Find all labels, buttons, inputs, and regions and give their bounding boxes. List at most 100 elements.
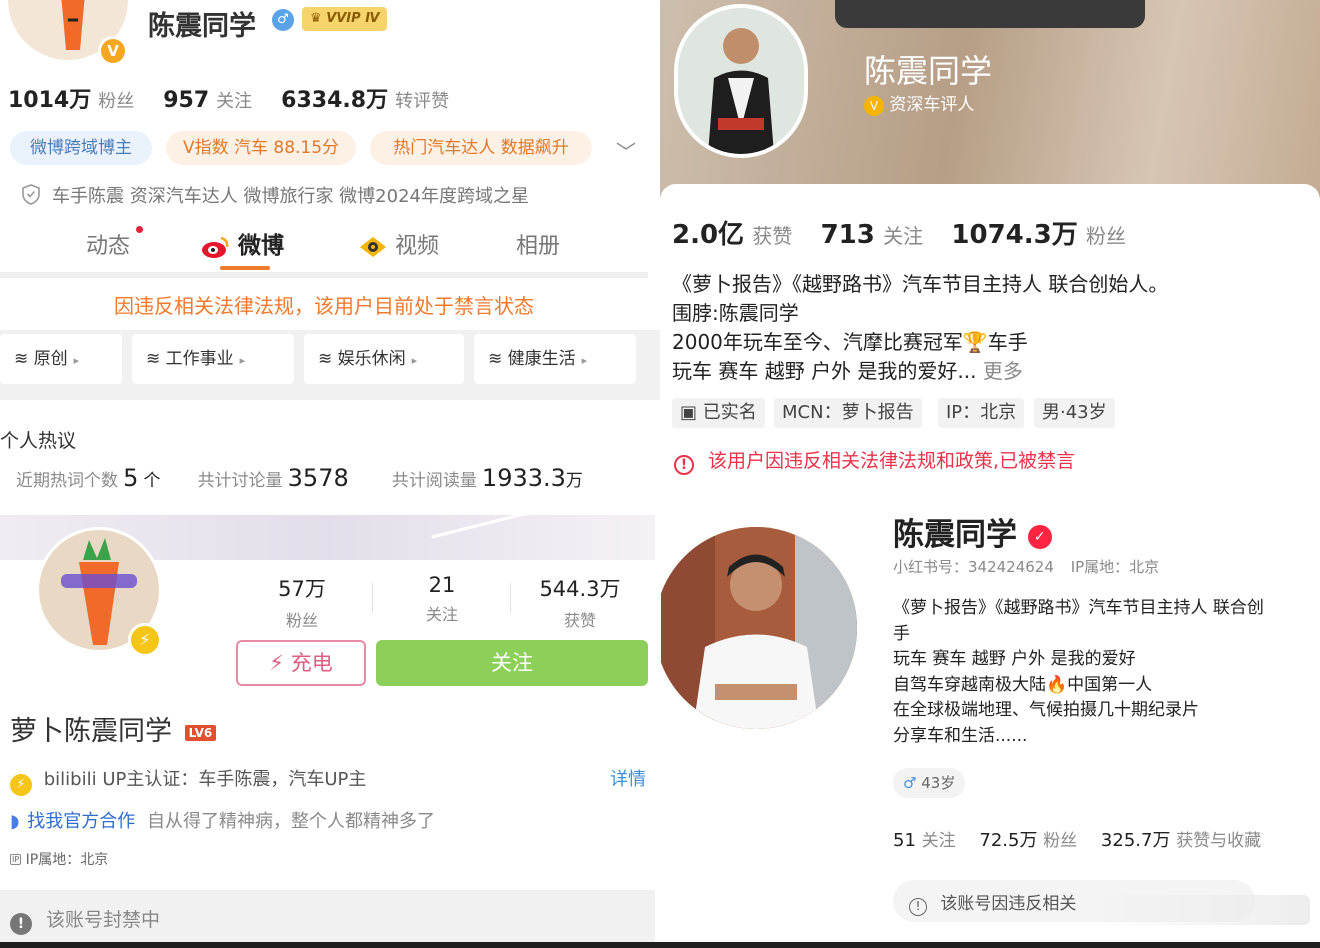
bio-line: 自驾车穿越南极大陆🔥中国第一人 [893, 674, 1153, 695]
stat-value: 21 [428, 573, 456, 597]
id-card-icon: ▣ [680, 402, 698, 423]
charge-button[interactable]: ⚡ 充电 [236, 640, 366, 686]
tag-ip: IP：北京 [938, 398, 1025, 428]
stat-label: 粉丝 [98, 91, 135, 112]
douyin-subtitle-row: V 资深车评人 [864, 90, 974, 116]
tag-hot-expert[interactable]: 热门汽车达人 数据飙升 [370, 131, 592, 165]
douyin-stats: 2.0亿 获赞 713 关注 1074.3万 粉丝 [672, 214, 1126, 251]
video-icon [358, 235, 388, 259]
stat-fans[interactable]: 1014万 粉丝 [8, 88, 134, 113]
details-link[interactable]: 详情 [610, 765, 646, 791]
info-circle-icon: ! [909, 898, 927, 916]
stat-value: 713 [820, 220, 875, 250]
tab-label: 微博 [238, 233, 285, 259]
douyin-avatar[interactable] [674, 4, 808, 158]
verified-check-icon: ✓ [1027, 525, 1052, 549]
hot-stat-value: 1933.3 [481, 464, 566, 492]
bio-line: 手 [893, 623, 910, 644]
ip-row: IP IP属地：北京 [10, 849, 108, 869]
weibo-stats: 1014万 粉丝 957 关注 6334.8万 转评赞 [8, 82, 449, 114]
stack-icon: ≋ [146, 349, 161, 369]
bili-name-row: 萝卜陈震同学 LV6 [10, 709, 217, 748]
tab-weibo[interactable]: 微博 [200, 226, 284, 260]
stat-following[interactable]: 957 关注 [163, 88, 252, 113]
xhs-ban-notice: 该账号因违反相关 [940, 894, 1077, 914]
hot-stat-unit: 万 [565, 471, 583, 491]
stat-following[interactable]: 51 关注 [893, 830, 956, 851]
stat-value: 1074.3万 [951, 220, 1078, 250]
bili-stat-following[interactable]: 21 关注 [382, 573, 502, 625]
stat-label: 关注 [425, 605, 458, 624]
avatar-photo [655, 527, 857, 729]
stat-value: 6334.8万 [281, 88, 389, 113]
category-original[interactable]: ≋ 原创 ▸ [0, 334, 122, 384]
level-badge: LV6 [184, 725, 217, 741]
hot-stat-value: 3578 [287, 464, 349, 492]
douyin-ban-row: ! 该用户因违反相关法律法规和政策,已被禁言 [674, 446, 1075, 475]
lightning-badge-icon: ⚡ [10, 774, 32, 796]
warning-circle-icon: ! [10, 913, 32, 935]
vip-badge: ♛ VVIP Ⅳ [302, 7, 388, 31]
tag-realname: ▣ 已实名 [672, 398, 765, 428]
stat-label: 关注 [216, 91, 253, 112]
xiaohongshu-profile-panel: 陈震同学 ✓ 小红书号：342424624 IP属地：北京 《萝卜报告》《越野路… [655, 505, 1320, 948]
tag-cross-domain[interactable]: 微博跨域博主 [10, 131, 152, 165]
hot-stat-item: 共计讨论量 3578 [198, 464, 349, 492]
stat-label: 粉丝 [1086, 224, 1127, 248]
stat-likes-collects: 325.7万 获赞与收藏 [1101, 830, 1261, 851]
category-entertainment[interactable]: ≋ 娱乐休闲 ▸ [304, 334, 464, 384]
bio-line: 玩车 赛车 越野 户外 是我的爱好 [893, 649, 1136, 669]
up-cert-row: ⚡ bilibili UP主认证：车手陈震，汽车UP主 [10, 765, 366, 796]
hot-section-title: 个人热议 [0, 430, 77, 452]
stat-fans[interactable]: 1074.3万 粉丝 [951, 220, 1126, 250]
charge-label: 充电 [290, 651, 333, 675]
tab-video[interactable]: 视频 [358, 228, 439, 260]
stat-value: 51 [893, 830, 916, 851]
stat-label: 关注 [883, 224, 924, 248]
douyin-name: 陈震同学 [864, 52, 993, 90]
watermark [1085, 895, 1310, 925]
bio-line: 在全球极端地理、气候拍摄几十期纪录片 [893, 700, 1199, 720]
tag-v-index[interactable]: V指数 汽车 88.15分 [166, 131, 356, 165]
bili-stat-fans[interactable]: 57万 粉丝 [242, 573, 362, 631]
age-tag: ♂ 43岁 [893, 768, 966, 798]
hot-stat-item: 共计阅读量 1933.3万 [391, 464, 583, 492]
up-cert-text: bilibili UP主认证：车手陈震，汽车UP主 [43, 769, 367, 790]
stat-value: 72.5万 [979, 830, 1038, 851]
stat-following[interactable]: 713 关注 [821, 220, 924, 250]
coop-link[interactable]: 找我官方合作 [27, 811, 135, 832]
douyin-bio: 《萝卜报告》《越野路书》汽车节目主持人 联合创始人。 围脖:陈震同学 2000年… [672, 270, 1168, 386]
bio-line: 《萝卜报告》《越野路书》汽车节目主持人 联合创 [893, 598, 1264, 618]
warning-circle-icon: ! [674, 455, 694, 475]
category-work[interactable]: ≋ 工作事业 ▸ [132, 334, 294, 384]
stat-likes: 2.0亿 获赞 [672, 220, 792, 250]
bilibili-profile-panel: ⚡ 57万 粉丝 21 关注 544.3万 获赞 ⚡ 充电 关注 萝卜陈震同学 … [0, 515, 655, 948]
cover-dark-band [835, 0, 1145, 28]
weibo-profile-panel: V 陈震同学 ♂ ♛ VVIP Ⅳ 1014万 粉丝 957 关注 6334.8… [0, 0, 660, 515]
tag-gender-age: 男·43岁 [1034, 398, 1115, 428]
tab-album[interactable]: 相册 [516, 228, 560, 260]
hot-stats: 近期热词个数 5 个 共计讨论量 3578 共计阅读量 1933.3万 [16, 464, 583, 492]
tab-feed[interactable]: 动态 [86, 226, 143, 260]
bio-line: 《萝卜报告》《越野路书》汽车节目主持人 联合创始人。 [672, 272, 1169, 296]
vip-badge-label: VVIP Ⅳ [326, 11, 380, 26]
follow-button[interactable]: 关注 [376, 640, 648, 686]
verification-text: 车手陈震 资深汽车达人 微博旅行家 微博2024年度跨域之星 [52, 186, 529, 207]
hot-stat-label: 共计阅读量 [391, 471, 477, 491]
hot-stat-label: 近期热词个数 [16, 471, 118, 491]
coop-text: 自从得了精神病，整个人都精神多了 [146, 811, 435, 832]
expand-chevron-icon[interactable]: ﹀ [616, 136, 636, 165]
more-link[interactable]: 更多 [983, 359, 1023, 383]
stat-fans[interactable]: 72.5万 粉丝 [979, 830, 1077, 851]
category-health[interactable]: ≋ 健康生活 ▸ [474, 334, 636, 384]
hot-stat-item: 近期热词个数 5 个 [16, 464, 160, 492]
stat-label: 关注 [921, 831, 956, 851]
stat-divider [372, 583, 373, 613]
stat-interactions: 6334.8万 转评赞 [281, 88, 449, 113]
xhs-avatar[interactable] [655, 527, 857, 729]
divider [655, 500, 661, 948]
age-label: 43岁 [921, 774, 956, 792]
stat-label: 粉丝 [1043, 831, 1078, 851]
flash-badge-icon: ⚡ [128, 623, 162, 657]
avatar-photo [678, 8, 804, 154]
